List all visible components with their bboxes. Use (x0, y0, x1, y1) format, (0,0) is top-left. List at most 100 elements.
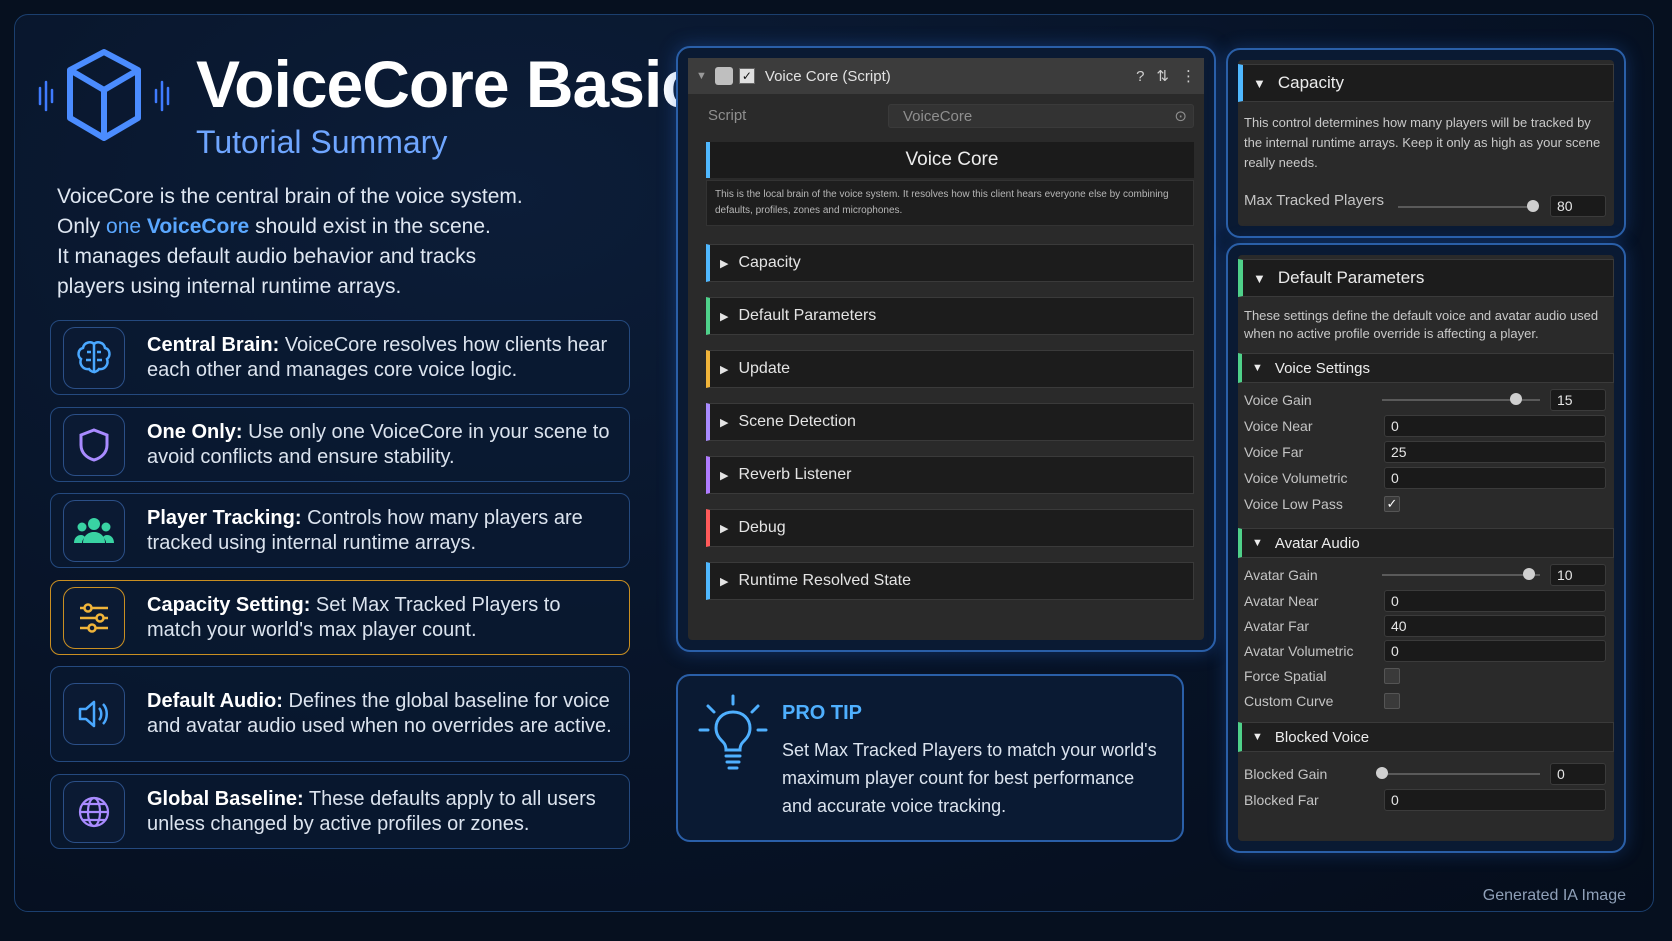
script-label: Script (708, 107, 747, 124)
slider-knob[interactable] (1376, 767, 1388, 779)
card-title: Default Audio: (147, 690, 283, 712)
blocked-gain-value[interactable]: 0 (1550, 763, 1606, 785)
max-tracked-players-value[interactable]: 80 (1550, 195, 1606, 217)
component-enabled-checkbox[interactable]: ✓ (738, 68, 755, 84)
default-parameters-header[interactable]: ▼ Default Parameters (1238, 259, 1614, 297)
collapse-arrow-icon: ▼ (1252, 537, 1263, 549)
script-field[interactable]: VoiceCore ⊙ (888, 104, 1194, 128)
intro-line: Only one VoiceCore should exist in the s… (57, 215, 491, 238)
object-picker-icon[interactable]: ⊙ (1174, 107, 1187, 125)
page-title: VoiceCore Basics (196, 47, 734, 121)
script-row: Script VoiceCore ⊙ (688, 102, 1204, 130)
slider-knob[interactable] (1510, 393, 1523, 405)
expand-arrow-icon: ▶ (720, 522, 729, 535)
voice-settings-header[interactable]: ▼ Voice Settings (1238, 353, 1614, 383)
section-runtime-resolved-state[interactable]: ▶ Runtime Resolved State (706, 562, 1194, 600)
component-title: Voice Core (Script) (764, 67, 891, 85)
section-debug[interactable]: ▶ Debug (706, 509, 1194, 547)
avatar-far-field[interactable]: 40 (1384, 615, 1606, 637)
voice-volumetric-field[interactable]: 0 (1384, 467, 1606, 489)
shield-icon (63, 413, 125, 476)
expand-arrow-icon: ▶ (720, 363, 729, 376)
capacity-panel: ▼ Capacity This control determines how ma… (1238, 60, 1614, 226)
intro-line: VoiceCore is the central brain of the vo… (57, 185, 523, 208)
voice-gain-row: Voice Gain 15 (1244, 388, 1606, 412)
voice-near-row: Voice Near 0 (1244, 414, 1606, 438)
globe-icon (63, 780, 125, 843)
sliders-icon (63, 586, 125, 649)
default-parameters-frame: ▼ Default Parameters These settings defin… (1226, 243, 1626, 853)
more-menu-icon[interactable]: ⋮ (1181, 67, 1196, 85)
collapse-arrow-icon: ▼ (1253, 270, 1266, 286)
collapse-arrow-icon: ▼ (1252, 362, 1263, 374)
expand-arrow-icon: ▶ (720, 416, 729, 429)
force-spatial-checkbox[interactable] (1384, 668, 1400, 684)
section-scene-detection[interactable]: ▶ Scene Detection (706, 403, 1194, 441)
pro-tip-title: PRO TIP (782, 702, 863, 724)
section-reverb-listener[interactable]: ▶ Reverb Listener (706, 456, 1194, 494)
foldout-arrow-icon[interactable]: ▼ (696, 70, 707, 82)
max-tracked-players-slider[interactable] (1398, 206, 1534, 208)
card-player-tracking: Player Tracking: Controls how many playe… (50, 493, 630, 568)
avatar-gain-value[interactable]: 10 (1550, 564, 1606, 586)
avatar-gain-slider[interactable] (1382, 574, 1540, 576)
force-spatial-row: Force Spatial (1244, 664, 1606, 688)
section-default-parameters[interactable]: ▶ Default Parameters (706, 297, 1194, 335)
brain-icon (63, 326, 125, 389)
avatar-volumetric-field[interactable]: 0 (1384, 640, 1606, 662)
expand-arrow-icon: ▶ (720, 575, 729, 588)
blocked-voice-header[interactable]: ▼ Blocked Voice (1238, 722, 1614, 752)
slider-knob[interactable] (1526, 200, 1539, 212)
script-icon (714, 67, 733, 85)
component-header[interactable]: ▼ ✓ Voice Core (Script) ? ⇅ ⋮ (688, 58, 1204, 94)
card-title: Global Baseline: (147, 787, 304, 810)
preset-icon[interactable]: ⇅ (1156, 67, 1169, 85)
voice-far-field[interactable]: 25 (1384, 441, 1606, 463)
section-update[interactable]: ▶ Update (706, 350, 1194, 388)
voice-volumetric-row: Voice Volumetric 0 (1244, 466, 1606, 490)
help-icon[interactable]: ? (1136, 68, 1144, 85)
card-capacity-setting: Capacity Setting: Set Max Tracked Player… (50, 580, 630, 655)
slider-knob[interactable] (1522, 568, 1535, 580)
voice-low-pass-checkbox[interactable]: ✓ (1384, 496, 1400, 512)
users-icon (63, 499, 125, 562)
voice-low-pass-row: Voice Low Pass ✓ (1244, 492, 1606, 516)
card-central-brain: Central Brain: VoiceCore resolves how cl… (50, 320, 630, 395)
avatar-gain-row: Avatar Gain 10 (1244, 563, 1606, 587)
avatar-volumetric-row: Avatar Volumetric 0 (1244, 639, 1606, 663)
cube-logo-icon (38, 49, 170, 141)
voice-far-row: Voice Far 25 (1244, 440, 1606, 464)
avatar-audio-header[interactable]: ▼ Avatar Audio (1238, 528, 1614, 558)
capacity-description: This control determines how many players… (1244, 115, 1601, 170)
pro-tip-text: Set Max Tracked Players to match your wo… (782, 740, 1157, 816)
expand-arrow-icon: ▶ (720, 310, 729, 323)
card-title: Player Tracking: (147, 506, 302, 529)
section-capacity[interactable]: ▶ Capacity (706, 244, 1194, 282)
footer-credit: Generated IA Image (1482, 887, 1626, 904)
voice-gain-value[interactable]: 15 (1550, 389, 1606, 411)
capacity-header[interactable]: ▼ Capacity (1238, 64, 1614, 102)
expand-arrow-icon: ▶ (720, 257, 729, 270)
inspector-panel: ▼ ✓ Voice Core (Script) ? ⇅ ⋮ Script Voi… (688, 58, 1204, 640)
intro-text: VoiceCore is the central brain of the vo… (57, 182, 617, 302)
expand-arrow-icon: ▶ (720, 469, 729, 482)
intro-line: players using internal runtime arrays. (57, 275, 402, 298)
card-global-baseline: Global Baseline: These defaults apply to… (50, 774, 630, 849)
page-subtitle: Tutorial Summary (196, 124, 448, 160)
card-title: Capacity Setting: (147, 593, 311, 616)
card-title: One Only: (147, 420, 243, 443)
script-value: VoiceCore (903, 108, 973, 125)
banner-title: Voice Core (706, 142, 1194, 178)
blocked-far-field[interactable]: 0 (1384, 789, 1606, 811)
voice-near-field[interactable]: 0 (1384, 415, 1606, 437)
pro-tip-box: PRO TIP Set Max Tracked Players to match… (676, 674, 1184, 842)
avatar-near-field[interactable]: 0 (1384, 590, 1606, 612)
default-parameters-description: These settings define the default voice … (1244, 308, 1599, 341)
max-tracked-players-row: Max Tracked Players 80 (1244, 190, 1606, 220)
blocked-gain-slider[interactable] (1382, 773, 1540, 775)
card-one-only: One Only: Use only one VoiceCore in your… (50, 407, 630, 482)
avatar-far-row: Avatar Far 40 (1244, 614, 1606, 638)
custom-curve-checkbox[interactable] (1384, 693, 1400, 709)
card-default-audio: Default Audio: Defines the global baseli… (50, 666, 630, 762)
banner-description: This is the local brain of the voice sys… (706, 180, 1194, 226)
